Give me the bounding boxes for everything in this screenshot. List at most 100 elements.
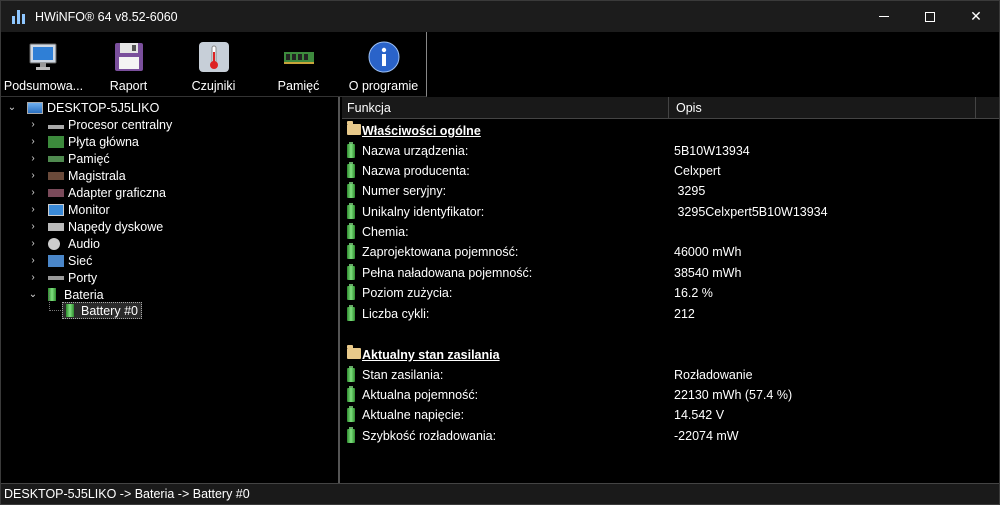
column-header: Funkcja Opis <box>342 97 999 119</box>
chevron-right-icon[interactable]: › <box>27 153 39 165</box>
battery-icon <box>66 304 74 317</box>
table-row[interactable]: Liczba cykli: 212 <box>342 304 999 324</box>
tree-item-memory[interactable]: › Pamięć <box>27 150 110 167</box>
floppy-disk-icon <box>111 39 147 75</box>
info-icon <box>366 39 402 75</box>
column-header-function[interactable]: Funkcja <box>347 101 391 115</box>
chevron-right-icon[interactable]: › <box>27 255 39 267</box>
tree-item-battery[interactable]: ⌄ Bateria <box>27 286 104 303</box>
section-header[interactable]: Właściwości ogólne <box>342 121 999 141</box>
about-label: O programie <box>348 79 419 93</box>
memory-button[interactable]: Pamięć <box>256 32 341 96</box>
tree-item-label: Procesor centralny <box>68 117 173 132</box>
sensors-label: Czujniki <box>191 79 236 93</box>
column-header-description[interactable]: Opis <box>676 101 702 115</box>
tree-item-label: Audio <box>68 236 100 251</box>
chevron-right-icon[interactable]: › <box>27 221 39 233</box>
tree-item-label: Bateria <box>64 287 104 302</box>
tree-root[interactable]: ⌄ DESKTOP-5J5LIKO <box>6 99 160 116</box>
column-divider[interactable] <box>668 97 669 119</box>
tree-item-label: Adapter graficzna <box>68 185 166 200</box>
chevron-right-icon[interactable]: › <box>27 238 39 250</box>
chevron-right-icon[interactable]: › <box>27 119 39 131</box>
folder-icon <box>347 121 361 135</box>
tree-item-label: Napędy dyskowe <box>68 219 164 234</box>
monitor-icon <box>48 203 64 216</box>
battery-icon <box>347 305 355 321</box>
battery-icon <box>347 284 355 300</box>
table-row[interactable]: Szybkość rozładowania: -22074 mW <box>342 426 999 446</box>
tree-item-drives[interactable]: › Napędy dyskowe <box>27 218 163 235</box>
summary-button[interactable]: Podsumowa... <box>1 32 86 96</box>
tree-root-label: DESKTOP-5J5LIKO <box>47 100 160 115</box>
report-label: Raport <box>109 79 148 93</box>
cpu-icon <box>48 124 64 129</box>
section-header[interactable]: Aktualny stan zasilania <box>342 345 999 365</box>
status-path: DESKTOP-5J5LIKO -> Bateria -> Battery #0 <box>4 487 250 501</box>
battery-icon <box>347 142 355 158</box>
thermometer-icon <box>196 39 232 75</box>
memory-module-icon <box>281 39 317 75</box>
table-row[interactable]: Pełna naładowana pojemność: 38540 mWh <box>342 263 999 283</box>
close-button[interactable]: ✕ <box>953 1 999 32</box>
table-row[interactable]: Nazwa urządzenia: 5B10W13934 <box>342 141 999 161</box>
about-button[interactable]: O programie <box>341 32 426 96</box>
motherboard-icon <box>48 135 64 148</box>
battery-icon <box>347 182 355 198</box>
table-row[interactable]: Unikalny identyfikator: 3295Celxpert5B10… <box>342 202 999 222</box>
table-row[interactable]: Poziom zużycia: 16.2 % <box>342 283 999 303</box>
tree-item-network[interactable]: › Sieć <box>27 252 92 269</box>
chevron-right-icon[interactable]: › <box>27 136 39 148</box>
chevron-right-icon[interactable]: › <box>27 170 39 182</box>
sensors-button[interactable]: Czujniki <box>171 32 256 96</box>
tree-item-monitor[interactable]: › Monitor <box>27 201 110 218</box>
title-bar[interactable]: HWiNFO® 64 v8.52-6060 ✕ <box>1 1 999 32</box>
chevron-right-icon[interactable]: › <box>27 187 39 199</box>
memory-icon <box>48 155 64 162</box>
tree-item-label: Sieć <box>68 253 93 268</box>
battery-icon <box>347 243 355 259</box>
network-icon <box>48 254 64 267</box>
chevron-down-icon[interactable]: ⌄ <box>27 289 39 301</box>
battery-icon <box>347 264 355 280</box>
hwinfo-window: HWiNFO® 64 v8.52-6060 ✕ Podsumowa... Rap… <box>0 0 1000 505</box>
device-tree[interactable]: ⌄ DESKTOP-5J5LIKO › Procesor centralny ›… <box>1 97 340 483</box>
tree-item-ports[interactable]: › Porty <box>27 269 97 286</box>
table-row[interactable]: Stan zasilania: Rozładowanie <box>342 365 999 385</box>
tree-item-label: Pamięć <box>68 151 110 166</box>
minimize-icon <box>879 16 889 17</box>
summary-label: Podsumowa... <box>3 79 84 93</box>
tree-item-motherboard[interactable]: › Płyta główna <box>27 133 139 150</box>
report-button[interactable]: Raport <box>86 32 171 96</box>
battery-icon <box>347 203 355 219</box>
tree-item-label: Monitor <box>68 202 110 217</box>
status-bar: DESKTOP-5J5LIKO -> Bateria -> Battery #0 <box>1 483 999 504</box>
monitor-icon <box>26 39 62 75</box>
minimize-button[interactable] <box>861 1 907 32</box>
drive-icon <box>48 222 64 231</box>
toolbar: Podsumowa... Raport Czujniki Pamięć O pr… <box>1 32 427 97</box>
tree-item-label: Battery #0 <box>81 303 138 318</box>
table-row[interactable]: Zaprojektowana pojemność: 46000 mWh <box>342 242 999 262</box>
maximize-button[interactable] <box>907 1 953 32</box>
battery-icon <box>347 162 355 178</box>
table-row[interactable]: Nazwa producenta: Celxpert <box>342 161 999 181</box>
table-row[interactable]: Numer seryjny: 3295 <box>342 181 999 201</box>
table-row[interactable]: Aktualne napięcie: 14.542 V <box>342 405 999 425</box>
close-icon: ✕ <box>970 8 982 24</box>
tree-item-battery-0[interactable]: Battery #0 <box>62 302 142 319</box>
table-row[interactable]: Chemia: <box>342 222 999 242</box>
tree-item-cpu[interactable]: › Procesor centralny <box>27 116 172 133</box>
tree-item-label: Porty <box>68 270 98 285</box>
chevron-right-icon[interactable]: › <box>27 272 39 284</box>
computer-icon <box>27 101 43 114</box>
bus-icon <box>48 171 64 180</box>
chevron-right-icon[interactable]: › <box>27 204 39 216</box>
table-row[interactable]: Aktualna pojemność: 22130 mWh (57.4 %) <box>342 385 999 405</box>
chevron-down-icon[interactable]: ⌄ <box>6 102 18 114</box>
tree-item-gpu[interactable]: › Adapter graficzna <box>27 184 166 201</box>
tree-item-bus[interactable]: › Magistrala <box>27 167 125 184</box>
battery-icon <box>347 386 355 402</box>
column-divider[interactable] <box>975 97 976 119</box>
tree-item-audio[interactable]: › Audio <box>27 235 100 252</box>
